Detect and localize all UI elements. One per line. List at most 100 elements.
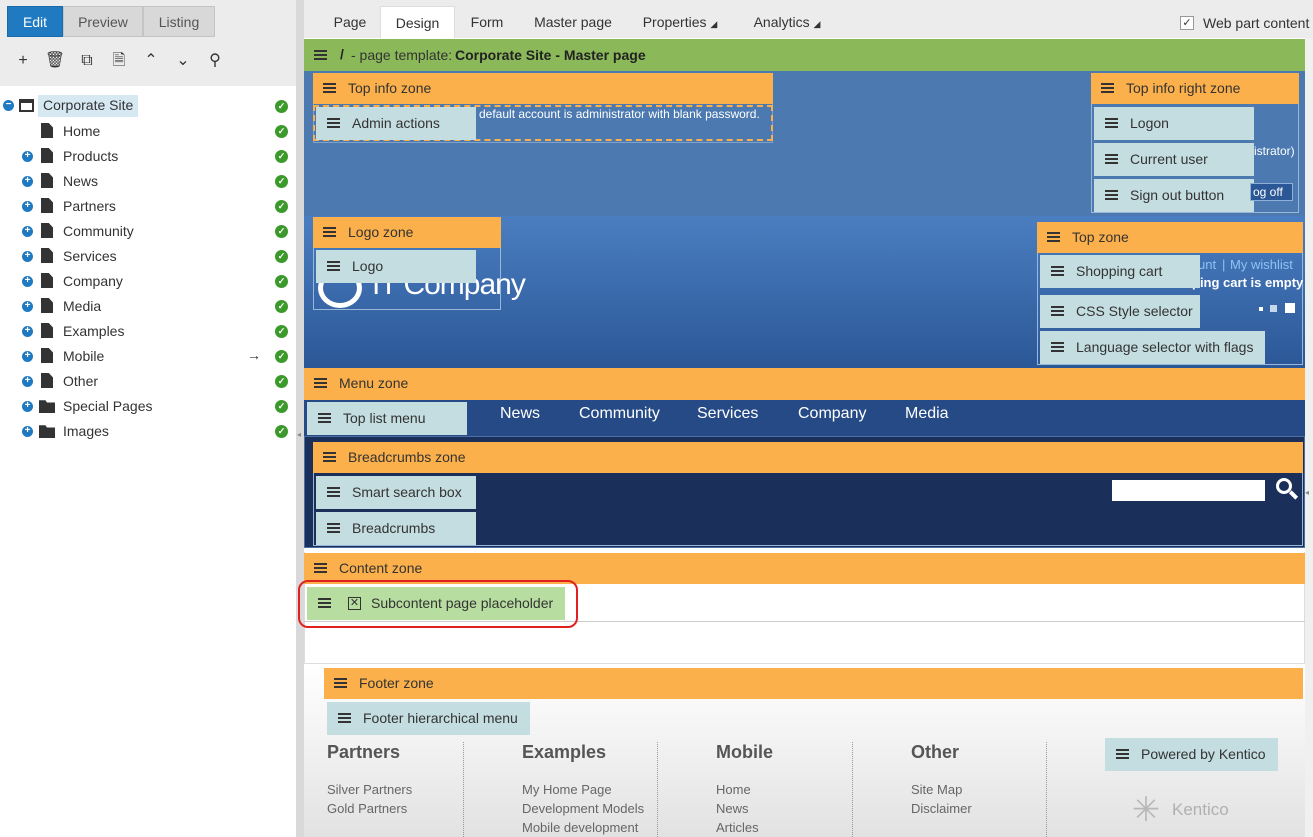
- menu-handle-icon[interactable]: [314, 378, 327, 388]
- webpart-footer-menu[interactable]: Footer hierarchical menu: [327, 702, 530, 735]
- tree-item-services[interactable]: + Services ✓: [0, 244, 296, 269]
- webpart-current-user[interactable]: Current user: [1094, 143, 1254, 176]
- menu-handle-icon[interactable]: [1051, 306, 1064, 316]
- menu-handle-icon[interactable]: [327, 118, 340, 128]
- menu-item-media[interactable]: Media: [905, 405, 949, 423]
- footer-link[interactable]: Development Models: [522, 801, 644, 816]
- expand-icon[interactable]: +: [22, 276, 33, 287]
- footer-link[interactable]: Articles: [716, 820, 759, 835]
- collapse-arrow-icon[interactable]: ◂: [297, 430, 301, 439]
- webpart-shopping-cart[interactable]: Shopping cart: [1040, 255, 1200, 288]
- footer-link[interactable]: Home: [716, 782, 751, 797]
- expand-icon[interactable]: +: [22, 301, 33, 312]
- wishlist-link[interactable]: My wishlist: [1230, 257, 1293, 272]
- menu-handle-icon[interactable]: [1047, 232, 1060, 242]
- menu-handle-icon[interactable]: [338, 713, 351, 723]
- menu-handle-icon[interactable]: [1116, 749, 1129, 759]
- footer-link[interactable]: Site Map: [911, 782, 962, 797]
- breadcrumbs-zone-header[interactable]: Breadcrumbs zone: [313, 442, 1303, 473]
- webpart-logon[interactable]: Logon: [1094, 107, 1254, 140]
- footer-zone-header[interactable]: Footer zone: [324, 668, 1303, 699]
- expand-icon[interactable]: +: [22, 326, 33, 337]
- webpart-css-style-selector[interactable]: CSS Style selector: [1040, 295, 1200, 328]
- tree-item-news[interactable]: + News ✓: [0, 169, 296, 194]
- tab-master-page[interactable]: Master page: [520, 6, 626, 38]
- top-info-right-zone-header[interactable]: Top info right zone: [1091, 73, 1299, 104]
- expand-icon[interactable]: +: [22, 351, 33, 362]
- menu-handle-icon[interactable]: [323, 452, 336, 462]
- new-page-icon[interactable]: 🗎: [108, 50, 130, 72]
- menu-handle-icon[interactable]: [327, 523, 340, 533]
- tree-item-home[interactable]: Home ✓: [0, 119, 296, 144]
- style-small-icon[interactable]: [1259, 307, 1263, 311]
- expand-icon[interactable]: +: [22, 176, 33, 187]
- webpart-breadcrumbs[interactable]: Breadcrumbs: [316, 512, 476, 545]
- footer-link[interactable]: Disclaimer: [911, 801, 972, 816]
- menu-item-services[interactable]: Services: [697, 405, 758, 423]
- site-search-input[interactable]: [1112, 480, 1265, 501]
- footer-link[interactable]: News: [716, 801, 749, 816]
- footer-link[interactable]: Silver Partners: [327, 782, 412, 797]
- expand-icon[interactable]: +: [22, 226, 33, 237]
- expand-icon[interactable]: +: [22, 201, 33, 212]
- menu-handle-icon[interactable]: [327, 487, 340, 497]
- plus-icon[interactable]: +: [12, 50, 34, 72]
- top-info-zone-header[interactable]: Top info zone: [313, 73, 773, 104]
- expand-icon[interactable]: +: [22, 376, 33, 387]
- menu-handle-icon[interactable]: [323, 227, 336, 237]
- menu-handle-icon[interactable]: [1051, 342, 1064, 352]
- style-medium-icon[interactable]: [1270, 305, 1277, 312]
- top-zone-header[interactable]: Top zone: [1037, 222, 1303, 253]
- tab-edit[interactable]: Edit: [7, 6, 63, 37]
- tab-page[interactable]: Page: [322, 6, 378, 38]
- menu-handle-icon[interactable]: [1105, 118, 1118, 128]
- webpart-logo[interactable]: Logo: [316, 250, 476, 283]
- tree-item-company[interactable]: + Company ✓: [0, 269, 296, 294]
- chevron-down-icon[interactable]: ⌄: [172, 50, 194, 72]
- tree-item-special-pages[interactable]: + Special Pages ✓: [0, 394, 296, 419]
- collapse-icon[interactable]: −: [3, 100, 14, 111]
- menu-handle-icon[interactable]: [314, 563, 327, 573]
- menu-handle-icon[interactable]: [327, 261, 340, 271]
- tree-item-examples[interactable]: + Examples ✓: [0, 319, 296, 344]
- menu-handle-icon[interactable]: [334, 678, 347, 688]
- menu-handle-icon[interactable]: [1051, 266, 1064, 276]
- tree-item-media[interactable]: + Media ✓: [0, 294, 296, 319]
- expand-icon[interactable]: +: [22, 251, 33, 262]
- footer-link[interactable]: Mobile development: [522, 820, 638, 835]
- menu-item-community[interactable]: Community: [579, 405, 660, 423]
- tree-item-products[interactable]: + Products ✓: [0, 144, 296, 169]
- logoff-button[interactable]: og off: [1250, 183, 1293, 201]
- trash-icon[interactable]: 🗑: [44, 50, 66, 72]
- webpart-smart-search-box[interactable]: Smart search box: [316, 476, 476, 509]
- tab-design[interactable]: Design: [380, 6, 455, 38]
- account-link[interactable]: unt: [1198, 257, 1216, 272]
- web-part-content-checkbox[interactable]: ✓: [1180, 16, 1194, 30]
- webpart-powered-by[interactable]: Powered by Kentico: [1105, 738, 1278, 771]
- menu-handle-icon[interactable]: [1105, 190, 1118, 200]
- expand-icon[interactable]: +: [22, 426, 33, 437]
- menu-item-news[interactable]: News: [500, 405, 540, 423]
- tree-item-images[interactable]: + Images ✓: [0, 419, 296, 444]
- chevron-up-icon[interactable]: ⌃: [140, 50, 162, 72]
- webpart-top-list-menu[interactable]: Top list menu: [307, 402, 467, 435]
- menu-handle-icon[interactable]: [323, 83, 336, 93]
- panel-splitter[interactable]: ◂: [296, 0, 304, 837]
- menu-handle-icon[interactable]: [1101, 83, 1114, 93]
- tab-listing[interactable]: Listing: [143, 6, 215, 37]
- footer-link[interactable]: Gold Partners: [327, 801, 407, 816]
- style-large-icon[interactable]: [1285, 303, 1295, 313]
- tab-properties[interactable]: Properties ◢: [630, 6, 730, 38]
- webpart-admin-actions[interactable]: Admin actions: [316, 107, 476, 140]
- expand-arrow-icon[interactable]: ◂: [1305, 488, 1309, 497]
- menu-handle-icon[interactable]: [318, 413, 331, 423]
- logo-zone-header[interactable]: Logo zone: [313, 217, 501, 248]
- copy-icon[interactable]: ⧉: [76, 50, 98, 72]
- tree-item-partners[interactable]: + Partners ✓: [0, 194, 296, 219]
- webpart-language-selector[interactable]: Language selector with flags: [1040, 331, 1265, 364]
- tree-item-corporate-site[interactable]: − Corporate Site ✓: [0, 94, 296, 119]
- menu-item-company[interactable]: Company: [798, 405, 866, 423]
- tree-item-other[interactable]: + Other ✓: [0, 369, 296, 394]
- tab-preview[interactable]: Preview: [63, 6, 143, 37]
- tree-item-mobile[interactable]: + Mobile → ✓: [0, 344, 296, 369]
